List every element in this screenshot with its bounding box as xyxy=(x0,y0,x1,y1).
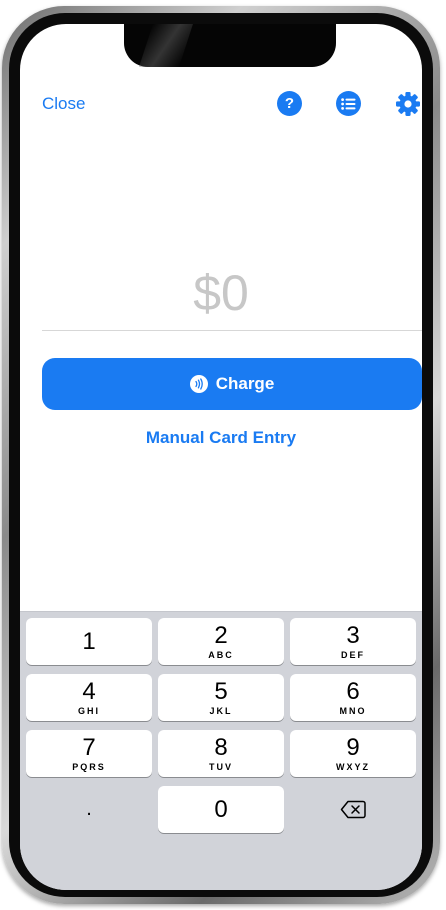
phone-screen: Close ? $0 Charge Manual Card Entry 1 2 … xyxy=(20,24,422,890)
key-9[interactable]: 9 WXYZ xyxy=(290,730,416,777)
key-letters: GHI xyxy=(77,705,100,716)
key-2[interactable]: 2 ABC xyxy=(158,618,284,665)
amount-underline xyxy=(42,330,422,331)
help-button[interactable]: ? xyxy=(277,91,302,116)
key-4[interactable]: 4 GHI xyxy=(26,674,152,721)
amount-display: $0 xyxy=(193,265,249,321)
key-6[interactable]: 6 MNO xyxy=(290,674,416,721)
key-letters: DEF xyxy=(341,649,365,660)
charge-label: Charge xyxy=(215,374,275,393)
key-digit: 9 xyxy=(346,733,360,761)
key-digit: 5 xyxy=(214,677,228,705)
key-digit: 6 xyxy=(346,677,360,705)
top-bar: Close ? xyxy=(20,84,422,124)
settings-button[interactable] xyxy=(395,91,421,117)
key-digit: 8 xyxy=(214,733,228,761)
key-3[interactable]: 3 DEF xyxy=(290,618,416,665)
key-digit: 4 xyxy=(82,677,96,705)
key-letters: WXYZ xyxy=(336,761,370,772)
key-letters: TUV xyxy=(209,761,233,772)
key-digit: 1 xyxy=(82,627,96,655)
key-7[interactable]: 7 PQRS xyxy=(26,730,152,777)
numeric-keypad: 1 2 ABC 3 DEF 4 GHI 5 JKL 6 MNO 7 PQRS 8… xyxy=(20,611,422,890)
key-5[interactable]: 5 JKL xyxy=(158,674,284,721)
contactless-icon xyxy=(189,375,208,393)
delete-key[interactable] xyxy=(290,786,416,833)
key-digit: 2 xyxy=(214,621,228,649)
key-decimal[interactable]: . xyxy=(26,786,152,833)
key-digit: 7 xyxy=(82,733,96,761)
charge-button[interactable]: Charge xyxy=(42,358,422,410)
key-letters: ABC xyxy=(208,649,234,660)
key-letters: PQRS xyxy=(72,761,106,772)
key-digit: 0 xyxy=(214,795,228,823)
list-button[interactable] xyxy=(336,91,361,116)
close-button[interactable]: Close xyxy=(42,94,85,114)
key-letters: MNO xyxy=(339,705,367,716)
backspace-icon xyxy=(340,800,366,819)
key-8[interactable]: 8 TUV xyxy=(158,730,284,777)
key-letters: JKL xyxy=(209,705,233,716)
manual-card-entry-link[interactable]: Manual Card Entry xyxy=(20,428,422,448)
list-icon xyxy=(341,97,356,110)
key-0[interactable]: 0 xyxy=(158,786,284,833)
key-digit: 3 xyxy=(346,621,360,649)
help-icon: ? xyxy=(284,95,295,112)
gear-icon xyxy=(396,92,420,116)
key-1[interactable]: 1 xyxy=(26,618,152,665)
